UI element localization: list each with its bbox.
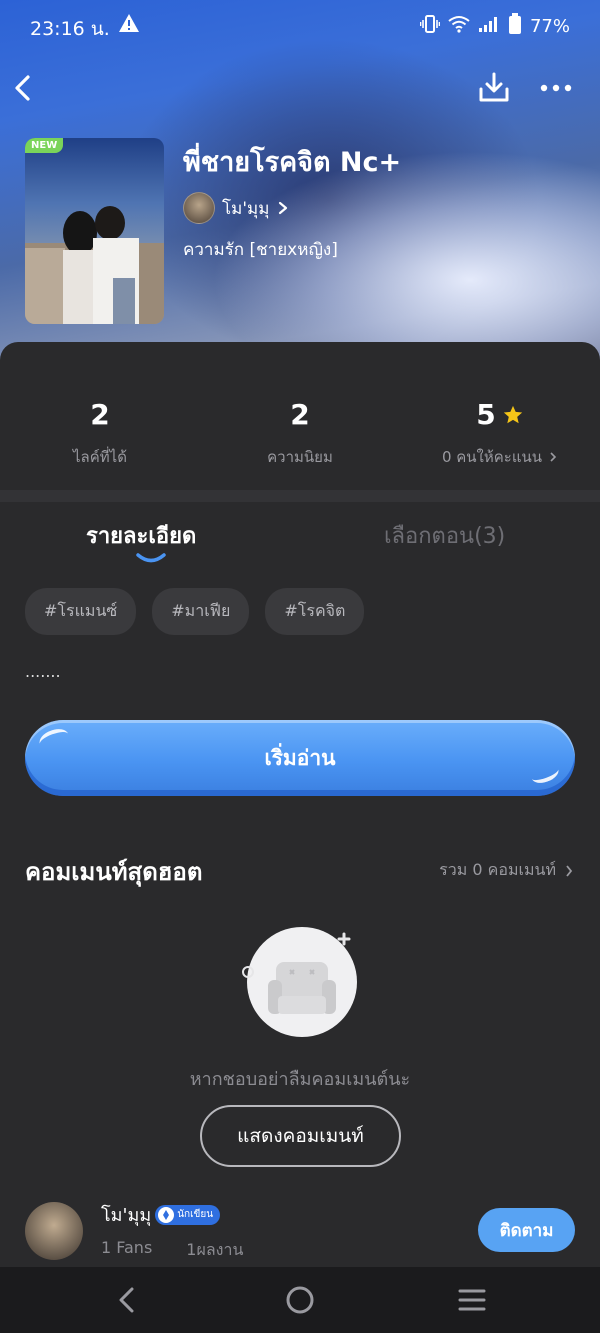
author-card-meta: 1 Fans 1ผลงาน: [101, 1238, 243, 1263]
stat-likes-value: 2: [90, 398, 110, 431]
stat-rating[interactable]: 5 0 คนให้คะแนน: [400, 398, 600, 469]
more-options-button[interactable]: [538, 74, 574, 102]
system-menu-icon: [458, 1289, 486, 1311]
button-shine: [36, 725, 72, 753]
tag-chip[interactable]: #โรแมนซ์: [25, 588, 137, 635]
book-genre: ความรัก [ชายxหญิง]: [183, 240, 338, 260]
stat-popularity: 2 ความนิยม: [200, 398, 400, 469]
stat-popularity-value: 2: [290, 398, 310, 431]
system-back-button[interactable]: [110, 1283, 146, 1317]
author-card-name: โม'มุมุ: [101, 1205, 152, 1226]
more-dots-icon: [540, 84, 572, 92]
tab-details[interactable]: รายละเอียด: [86, 518, 196, 553]
comments-total-link[interactable]: รวม 0 คอมเมนท์: [439, 858, 574, 883]
back-icon: [15, 75, 30, 101]
author-card: โม'มุมุ นักเขียน 1 Fans 1ผลงาน ติดตาม: [0, 1194, 600, 1274]
comments-total-label: รวม 0 คอมเมนท์: [439, 860, 556, 879]
battery-level: 77%: [529, 16, 570, 37]
stat-likes: 2 ไลค์ที่ได้: [0, 398, 200, 469]
status-bar: 23:16 น. 77%: [0, 0, 600, 52]
empty-comments-text: หากชอบอย่าลืมคอมเมนต์นะ: [189, 1069, 411, 1090]
author-fans: 1 Fans: [101, 1238, 153, 1257]
download-button[interactable]: [476, 70, 512, 106]
book-cover[interactable]: NEW: [25, 138, 164, 324]
writer-badge-label: นักเขียน: [177, 1209, 214, 1220]
show-comments-button[interactable]: แสดงคอมเมนท์: [200, 1105, 401, 1167]
empty-comments-illustration: [242, 927, 357, 1037]
author-avatar: [183, 192, 215, 224]
author-card-name-row: โม'มุมุ นักเขียน: [101, 1200, 221, 1229]
chevron-right-icon: [279, 201, 288, 215]
new-badge: NEW: [25, 138, 64, 153]
section-divider: [0, 490, 600, 502]
cover-image: [25, 206, 164, 324]
tag-chip[interactable]: #มาเฟีย: [152, 588, 250, 635]
tab-active-indicator: [136, 553, 166, 563]
tab-episodes[interactable]: เลือกตอน(3): [384, 518, 505, 553]
stat-likes-label: ไลค์ที่ได้: [73, 448, 127, 466]
chevron-right-icon: [566, 864, 573, 877]
button-shine: [529, 761, 561, 787]
author-link[interactable]: โม'มุมุ: [183, 192, 290, 224]
stats-row: 2 ไลค์ที่ได้ 2 ความนิยม 5 0 คนให้คะแนน: [0, 342, 600, 492]
system-home-icon: [286, 1286, 314, 1314]
tag-chip[interactable]: #โรคจิต: [265, 588, 365, 635]
chevron-right-icon: [550, 452, 557, 462]
author-name: โม'มุมุ: [222, 198, 270, 219]
signal-icon: [478, 15, 500, 38]
follow-button[interactable]: ติดตาม: [478, 1208, 575, 1252]
tag-list: #โรแมนซ์ #มาเฟีย #โรคจิต: [25, 588, 365, 635]
stat-popularity-label: ความนิยม: [267, 448, 333, 466]
writer-badge: นักเขียน: [155, 1204, 221, 1225]
stat-rating-label: 0 คนให้คะแนน: [441, 448, 543, 466]
detail-sheet: 2 ไลค์ที่ได้ 2 ความนิยม 5 0 คนให้คะแนน ร…: [0, 342, 600, 1267]
system-back-icon: [119, 1287, 134, 1313]
system-navigation-bar: [0, 1267, 600, 1333]
stat-rating-value: 5: [476, 398, 496, 431]
battery-icon: [508, 13, 522, 40]
download-icon: [479, 72, 509, 102]
back-button[interactable]: [10, 70, 42, 106]
start-reading-label: เริ่มอ่าน: [264, 745, 336, 770]
pen-icon: [158, 1206, 175, 1223]
status-right: 77%: [419, 13, 570, 40]
synopsis-text: .......: [25, 662, 61, 681]
system-recents-button[interactable]: [454, 1283, 490, 1317]
hot-comments-title: คอมเมนท์สุดฮอต: [25, 858, 203, 886]
start-reading-button[interactable]: เริ่มอ่าน: [25, 720, 575, 796]
wifi-icon: [448, 15, 470, 38]
star-icon: [503, 405, 522, 423]
warning-icon: [118, 13, 140, 37]
system-home-button[interactable]: [282, 1283, 318, 1317]
status-time: 23:16 น.: [30, 18, 110, 40]
vibrate-icon: [419, 15, 441, 38]
book-title: พี่ชายโรคจิต Nc+: [183, 147, 402, 178]
author-card-avatar[interactable]: [25, 1202, 83, 1260]
author-works: 1ผลงาน: [186, 1240, 244, 1259]
